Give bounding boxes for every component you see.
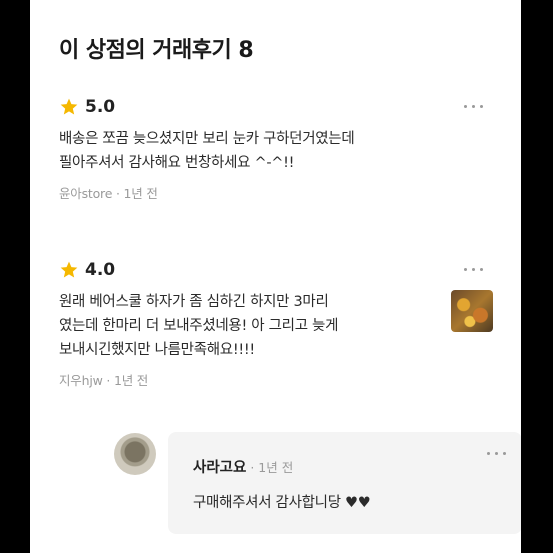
dot-icon (464, 268, 467, 271)
review-photo-thumbnail[interactable] (451, 290, 493, 332)
review-text: 배송은 쪼끔 늦으셨지만 보리 눈카 구하던거였는데 필아주셔서 감사해요 번창… (59, 127, 493, 175)
rating-row: 4.0 (59, 258, 493, 282)
review-text-line: 였는데 한마리 더 보내주셨네용! 아 그리고 늦게 (59, 318, 339, 334)
review-meta[interactable]: 윤아store · 1년 전 (59, 183, 493, 202)
review-item: 4.0 원래 베어스쿨 하자가 좀 심하긴 하지만 3마리 였는데 한마리 더 … (59, 258, 493, 389)
reply-more-options-button[interactable] (483, 448, 510, 459)
dot-icon (503, 452, 506, 455)
reply-author-name[interactable]: 사라고요 (193, 460, 246, 476)
dot-icon (464, 105, 467, 108)
dot-icon (472, 268, 475, 271)
reply-text: 구매해주셔서 감사합니당 ♥♥ (193, 495, 371, 511)
review-text-line: 배송은 쪼끔 늦으셨지만 보리 눈카 구하던거였는데 (59, 131, 355, 147)
review-item: 5.0 배송은 쪼끔 늦으셨지만 보리 눈카 구하던거였는데 필아주셔서 감사해… (59, 95, 493, 202)
reply-author: 사라고요 · 1년 전 (193, 456, 293, 477)
page-title: 이 상점의 거래후기 8 (59, 38, 254, 63)
rating-value: 5.0 (85, 97, 116, 117)
review-text-line: 보내시긴했지만 나름만족해요!!!! (59, 342, 255, 358)
review-screen: 이 상점의 거래후기 8 5.0 배송은 쪼끔 늦으셨지만 보리 눈카 구하던거… (30, 0, 521, 553)
star-icon (60, 98, 78, 115)
rating-value: 4.0 (85, 260, 116, 280)
review-text: 원래 베어스쿨 하자가 좀 심하긴 하지만 3마리 였는데 한마리 더 보내주셨… (59, 290, 433, 362)
dot-icon (480, 268, 483, 271)
dot-icon (480, 105, 483, 108)
review-text-line: 필아주셔서 감사해요 번창하세요 ^-^!! (59, 155, 295, 171)
review-meta[interactable]: 지우hjw · 1년 전 (59, 370, 493, 389)
star-icon (60, 261, 78, 278)
more-options-button[interactable] (460, 101, 487, 112)
avatar[interactable] (114, 433, 156, 475)
seller-reply: 사라고요 · 1년 전 구매해주셔서 감사합니당 ♥♥ (168, 432, 521, 534)
more-options-button[interactable] (460, 264, 487, 275)
reply-time: · 1년 전 (246, 460, 294, 475)
review-text-line: 원래 베어스쿨 하자가 좀 심하긴 하지만 3마리 (59, 294, 329, 310)
dot-icon (487, 452, 490, 455)
dot-icon (495, 452, 498, 455)
rating-row: 5.0 (59, 95, 493, 119)
dot-icon (472, 105, 475, 108)
